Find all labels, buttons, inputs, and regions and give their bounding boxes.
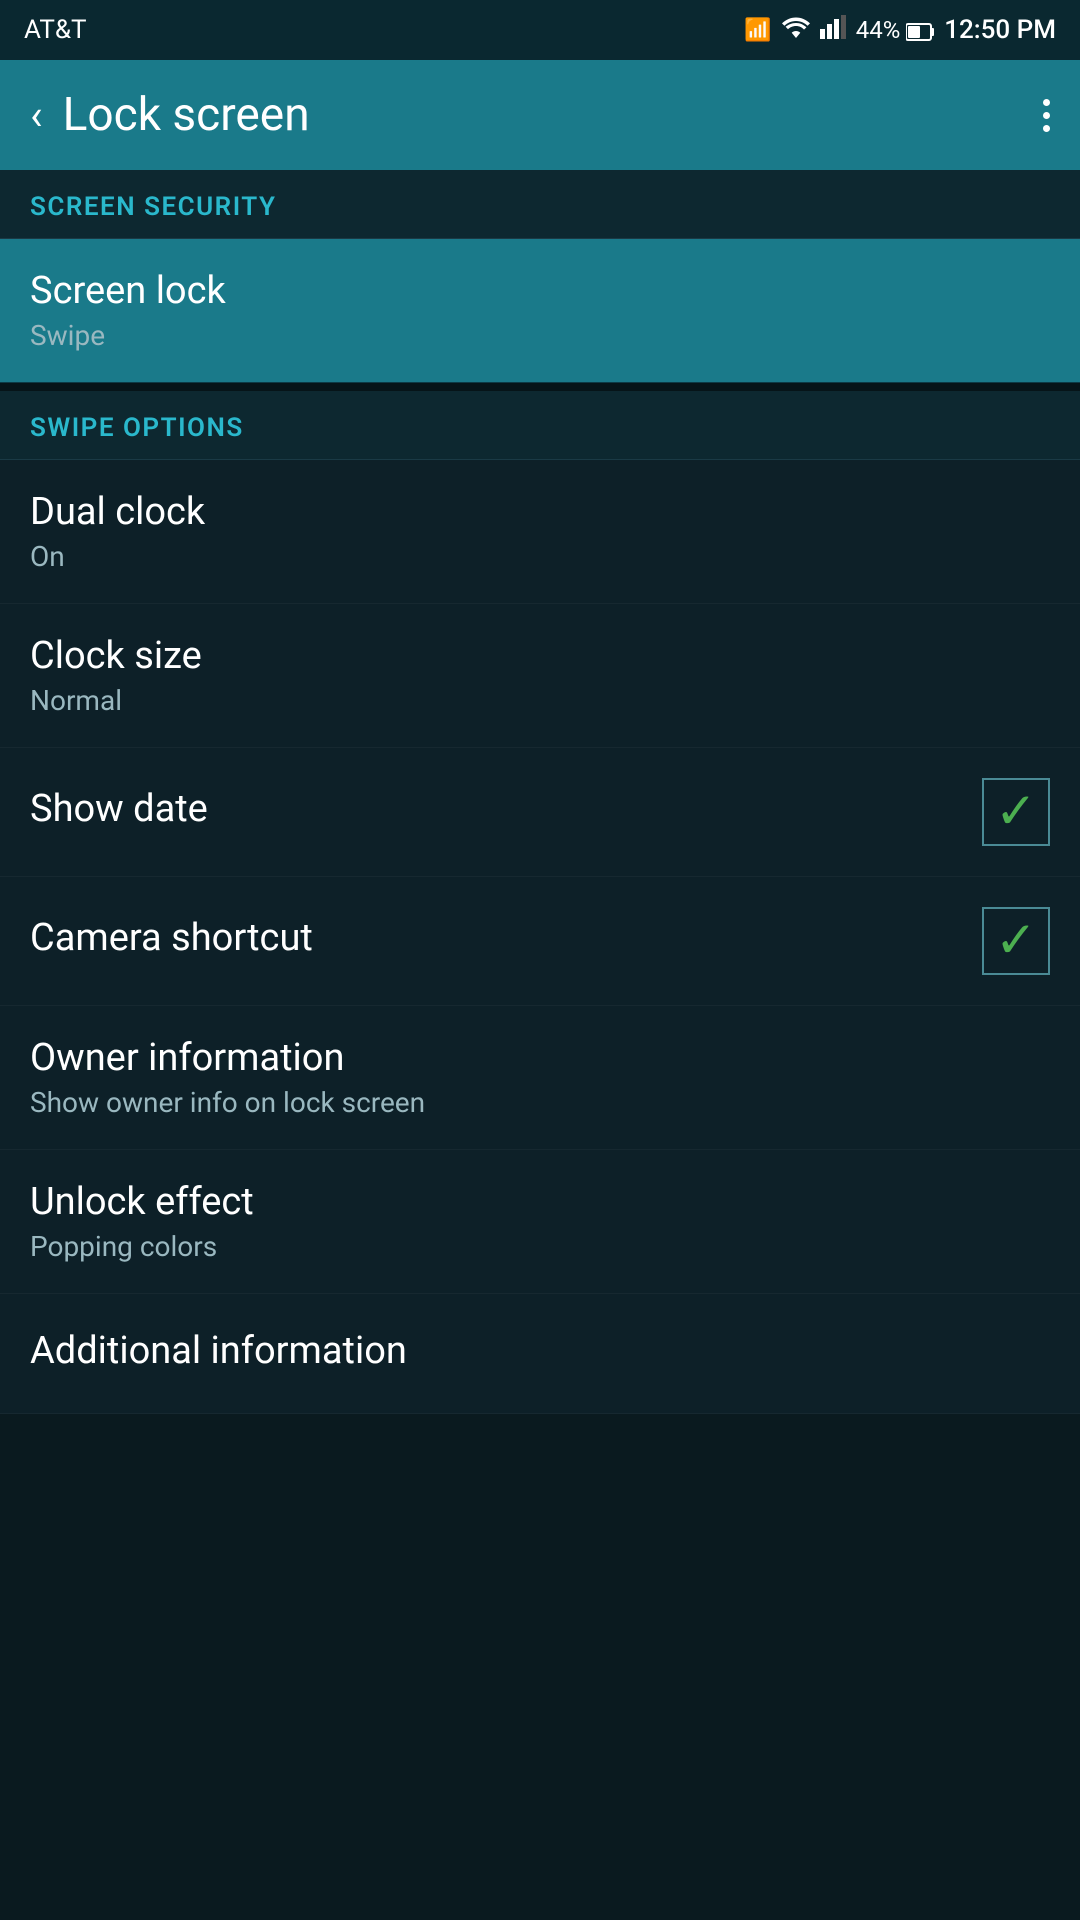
swipe-options-section: SWIPE OPTIONS Dual clock On Clock size N… <box>0 391 1080 1414</box>
dot2 <box>1043 112 1050 119</box>
screen-security-header: SCREEN SECURITY <box>0 170 1080 239</box>
swipe-options-header: SWIPE OPTIONS <box>0 391 1080 460</box>
show-date-checkmark: ✓ <box>995 787 1037 837</box>
status-bar: AT&T 📶 44% 12 <box>0 0 1080 60</box>
signal-icon <box>820 15 846 45</box>
additional-information-item[interactable]: Additional information <box>0 1294 1080 1414</box>
dot1 <box>1043 99 1050 106</box>
screen-lock-subtitle: Swipe <box>30 319 1050 352</box>
show-date-checkbox[interactable]: ✓ <box>982 778 1050 846</box>
dot3 <box>1043 125 1050 132</box>
swipe-options-label: SWIPE OPTIONS <box>30 413 244 443</box>
unlock-effect-subtitle: Popping colors <box>30 1230 1050 1263</box>
clock-size-subtitle: Normal <box>30 684 1050 717</box>
owner-information-subtitle: Show owner info on lock screen <box>30 1086 1050 1119</box>
battery-label: 44% <box>856 16 935 44</box>
camera-shortcut-checkmark: ✓ <box>995 916 1037 966</box>
nfc-icon: 📶 <box>744 18 771 43</box>
owner-information-item[interactable]: Owner information Show owner info on loc… <box>0 1006 1080 1150</box>
status-icons: 📶 44% 12:50 PM <box>744 15 1056 45</box>
camera-shortcut-title: Camera shortcut <box>30 916 982 960</box>
screen-security-section: SCREEN SECURITY Screen lock Swipe <box>0 170 1080 383</box>
screen-security-label: SCREEN SECURITY <box>30 192 276 222</box>
camera-shortcut-checkbox[interactable]: ✓ <box>982 907 1050 975</box>
unlock-effect-content: Unlock effect Popping colors <box>30 1180 1050 1263</box>
overflow-menu-button[interactable] <box>1043 99 1050 132</box>
section-separator-1 <box>0 383 1080 391</box>
wifi-icon <box>782 15 810 45</box>
back-button[interactable]: ‹ <box>30 91 43 140</box>
app-bar-left: ‹ Lock screen <box>30 88 310 142</box>
dual-clock-subtitle: On <box>30 540 1050 573</box>
additional-information-title: Additional information <box>30 1329 1050 1373</box>
dual-clock-item[interactable]: Dual clock On <box>0 460 1080 604</box>
unlock-effect-item[interactable]: Unlock effect Popping colors <box>0 1150 1080 1294</box>
unlock-effect-title: Unlock effect <box>30 1180 1050 1224</box>
carrier-label: AT&T <box>24 15 87 45</box>
show-date-title: Show date <box>30 787 982 831</box>
show-date-content: Show date <box>30 787 982 837</box>
dual-clock-title: Dual clock <box>30 490 1050 534</box>
clock-size-title: Clock size <box>30 634 1050 678</box>
page-title: Lock screen <box>63 88 310 142</box>
screen-lock-item[interactable]: Screen lock Swipe <box>0 239 1080 383</box>
app-bar: ‹ Lock screen <box>0 60 1080 170</box>
clock-size-item[interactable]: Clock size Normal <box>0 604 1080 748</box>
show-date-item[interactable]: Show date ✓ <box>0 748 1080 877</box>
clock-label: 12:50 PM <box>944 15 1056 45</box>
owner-information-title: Owner information <box>30 1036 1050 1080</box>
additional-information-content: Additional information <box>30 1329 1050 1379</box>
dual-clock-content: Dual clock On <box>30 490 1050 573</box>
owner-information-content: Owner information Show owner info on loc… <box>30 1036 1050 1119</box>
clock-size-content: Clock size Normal <box>30 634 1050 717</box>
camera-shortcut-content: Camera shortcut <box>30 916 982 966</box>
screen-lock-title: Screen lock <box>30 269 1050 313</box>
camera-shortcut-item[interactable]: Camera shortcut ✓ <box>0 877 1080 1006</box>
